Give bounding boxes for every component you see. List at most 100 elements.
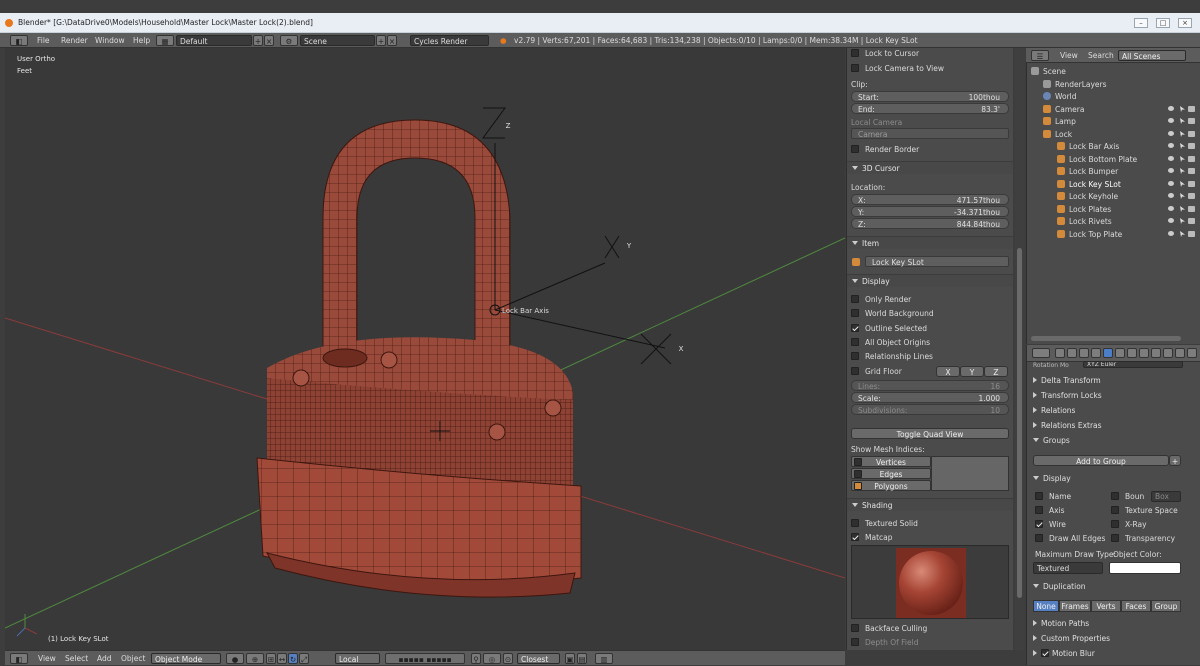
outliner-menu-search[interactable]: Search [1088,50,1114,61]
bumper-select-arrow-icon[interactable] [1180,168,1185,174]
scale-icon[interactable]: ⤢ [299,653,309,664]
render-anim-icon[interactable]: ▤ [577,653,587,664]
outliner-item-world[interactable]: World [1043,91,1077,102]
relationship-lines-checkbox[interactable] [851,352,859,360]
texture-space-row[interactable]: Texture Space [1111,506,1178,515]
dup-group-button[interactable]: Group [1151,600,1181,612]
translate-icon[interactable]: ↔ [277,653,287,664]
outliner-item-camera[interactable]: Camera [1043,104,1084,115]
lamp-render-icon[interactable] [1188,118,1195,124]
render-border-row[interactable]: Render Border [851,144,1009,155]
editor-type-icon[interactable]: ◧ [10,35,28,46]
dup-frames-button[interactable]: Frames [1059,600,1091,612]
display-panel[interactable]: Display [1033,473,1071,485]
top-plate-render-icon[interactable] [1188,231,1195,237]
bottom-plate-render-icon[interactable] [1188,156,1195,162]
render-tab-icon[interactable] [1055,348,1065,358]
camera-visibility-eye-icon[interactable] [1168,106,1174,111]
mode-select[interactable]: Object Mode [151,653,221,664]
material-tab-icon[interactable] [1151,348,1161,358]
outliner-item-lock-rivets[interactable]: Lock Rivets [1057,216,1112,227]
bounds-type-select[interactable]: Box [1151,491,1181,502]
bumper-render-icon[interactable] [1188,168,1195,174]
menu-window[interactable]: Window [95,35,125,46]
properties-scrollbar[interactable] [1015,48,1025,650]
lock-to-cursor-row[interactable]: Lock to Cursor [851,48,1009,59]
outliner-editor-icon[interactable]: ☰ [1031,50,1049,61]
depth-of-field-checkbox[interactable] [851,638,859,646]
polygons-index-toggle[interactable]: Polygons [851,480,931,491]
keyhole-select-arrow-icon[interactable] [1180,193,1185,199]
texture-tab-icon[interactable] [1163,348,1173,358]
outliner-item-lock-bottom-plate[interactable]: Lock Bottom Plate [1057,154,1137,165]
viewport-menu-object[interactable]: Object [121,653,145,664]
vertices-index-checkbox[interactable] [854,458,862,466]
clip-end-field[interactable]: End: 83.3' [851,103,1009,114]
close-button[interactable]: × [1178,18,1192,28]
rotate-icon[interactable]: ↻ [288,653,298,664]
orientation-select[interactable]: Local [335,653,380,664]
world-tab-icon[interactable] [1091,348,1101,358]
camera-select-arrow-icon[interactable] [1180,106,1185,112]
groups-panel[interactable]: Groups [1033,435,1070,447]
opengl-render-icon[interactable]: ▥ [595,653,613,664]
outliner-item-lamp[interactable]: Lamp [1043,116,1076,127]
render-border-checkbox[interactable] [851,145,859,153]
wire-row[interactable]: Wire [1035,520,1066,529]
transparency-checkbox[interactable] [1111,534,1119,542]
shading-section-header[interactable]: Shading [847,498,1013,511]
rivets-visibility-eye-icon[interactable] [1168,218,1174,223]
grid-axis-x-toggle[interactable]: X [936,366,960,377]
only-render-row[interactable]: Only Render [851,294,1009,305]
world-background-checkbox[interactable] [851,309,859,317]
only-render-checkbox[interactable] [851,295,859,303]
scene-remove-button[interactable]: × [387,35,397,46]
lock-render-icon[interactable] [1188,131,1195,137]
rivets-select-arrow-icon[interactable] [1180,218,1185,224]
motion-blur-panel[interactable]: Motion Blur [1033,648,1095,660]
outliner-item-lock[interactable]: Lock [1043,129,1072,140]
textured-solid-row[interactable]: Textured Solid [851,518,1009,529]
particles-tab-icon[interactable] [1175,348,1185,358]
menu-file[interactable]: File [37,35,50,46]
top-plate-visibility-eye-icon[interactable] [1168,231,1174,236]
axis-checkbox[interactable] [1035,506,1043,514]
draw-all-edges-checkbox[interactable] [1035,534,1043,542]
scene-icon[interactable]: ⚙ [280,35,298,46]
xray-checkbox[interactable] [1111,520,1119,528]
bottom-plate-visibility-eye-icon[interactable] [1168,156,1174,161]
rivets-render-icon[interactable] [1188,218,1195,224]
properties-editor-icon[interactable] [1032,348,1050,358]
outliner-item-lock-top-plate[interactable]: Lock Top Plate [1057,229,1122,240]
edges-index-checkbox[interactable] [854,470,862,478]
grid-axis-y-toggle[interactable]: Y [960,366,984,377]
render-still-icon[interactable]: ▣ [565,653,575,664]
3d-cursor-section-header[interactable]: 3D Cursor [847,161,1013,174]
outliner-item-renderlayers[interactable]: RenderLayers [1043,79,1107,90]
scene-selector[interactable]: Scene [300,35,375,46]
lock-camera-checkbox[interactable] [851,64,859,72]
motion-paths-panel[interactable]: Motion Paths [1033,618,1089,630]
layers-tab-icon[interactable] [1067,348,1077,358]
plates-render-icon[interactable] [1188,206,1195,212]
duplication-panel[interactable]: Duplication [1033,581,1086,593]
world-background-row[interactable]: World Background [851,308,1009,319]
wire-checkbox[interactable] [1035,520,1043,528]
outliner-item-lock-bar-axis[interactable]: Lock Bar Axis [1057,141,1119,152]
dup-verts-button[interactable]: Verts [1091,600,1121,612]
menu-render[interactable]: Render [61,35,88,46]
bottom-plate-select-arrow-icon[interactable] [1180,156,1185,162]
keyhole-visibility-eye-icon[interactable] [1168,193,1174,198]
lock-visibility-eye-icon[interactable] [1168,131,1174,136]
key-slot-visibility-eye-icon[interactable] [1168,181,1174,186]
menu-help[interactable]: Help [133,35,150,46]
texture-space-checkbox[interactable] [1111,506,1119,514]
lock-to-cursor-checkbox[interactable] [851,49,859,57]
constraints-tab-icon[interactable] [1115,348,1125,358]
top-plate-select-arrow-icon[interactable] [1180,231,1185,237]
rotation-mode-select[interactable]: XYZ Euler [1083,361,1183,368]
bar-axis-render-icon[interactable] [1188,143,1195,149]
viewport-menu-select[interactable]: Select [65,653,88,664]
matcap-row[interactable]: Matcap [851,532,1009,543]
maximize-button[interactable]: □ [1156,18,1170,28]
